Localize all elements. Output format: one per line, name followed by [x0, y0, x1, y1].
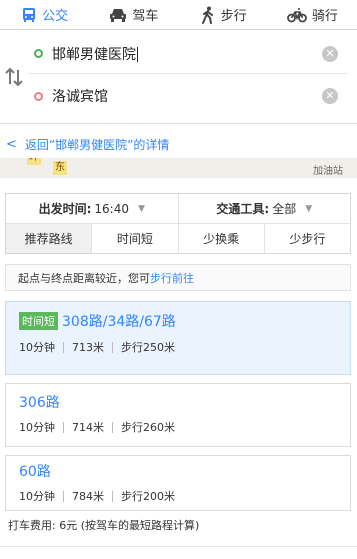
route-input-panel: 邯郸男健医院 ✕ 洛诚宾馆 ✕	[0, 30, 357, 124]
walk-icon	[201, 6, 213, 24]
divider	[0, 546, 357, 547]
map-road-tag: 环	[27, 158, 41, 165]
swap-icon[interactable]	[4, 66, 24, 88]
transport-label: 交通工具:	[216, 202, 270, 216]
route-filter-panel: 出发时间: 16:40 ▼ 交通工具: 全部 ▼ 推荐路线 时间短 少换乘 少步…	[5, 193, 351, 254]
tab-walk-label: 步行	[220, 9, 247, 24]
separator	[112, 421, 113, 433]
end-point-icon	[34, 91, 43, 101]
separator	[63, 421, 64, 433]
map-background: 环 东 加油站	[0, 158, 357, 178]
chevron-down-icon: ▼	[305, 203, 313, 214]
route-card[interactable]: 60路 10分钟 784米 步行200米	[5, 455, 351, 511]
tab-recommended[interactable]: 推荐路线	[6, 224, 92, 253]
text-caret	[137, 47, 138, 62]
start-input-value: 邯郸男健医院	[52, 46, 136, 63]
depart-time-select[interactable]: 出发时间: 16:40 ▼	[6, 194, 178, 223]
separator	[112, 490, 113, 502]
start-field[interactable]: 邯郸男健医院 ✕	[28, 34, 348, 74]
bus-icon	[23, 7, 36, 22]
distance-note: 起点与终点距离较近，您可 步行前往	[5, 264, 351, 291]
route-time: 10分钟	[19, 341, 55, 354]
back-link-label: 返回“邯郸男健医院”的详情	[24, 137, 170, 152]
route-name: 306路	[19, 395, 60, 411]
tab-bus-label: 公交	[42, 9, 69, 24]
route-distance: 713米	[72, 341, 104, 354]
depart-time-label: 出发时间:	[38, 202, 92, 216]
chevron-left-icon: <	[6, 136, 17, 152]
end-input-value: 洛诚宾馆	[52, 89, 108, 105]
route-name: 60路	[19, 464, 51, 480]
route-badge: 时间短	[19, 312, 58, 330]
start-point-icon	[34, 49, 43, 58]
back-to-details-link[interactable]: < 返回“邯郸男健医院”的详情	[0, 130, 357, 158]
travel-mode-tabs: 公交 驾车 步行 骑行	[0, 0, 357, 30]
depart-time-value: 16:40	[94, 201, 129, 216]
route-card[interactable]: 306路 10分钟 714米 步行260米	[5, 383, 351, 447]
map-divider	[0, 178, 357, 188]
tab-less-walking[interactable]: 少步行	[263, 224, 350, 253]
tab-bus[interactable]: 公交	[0, 0, 89, 29]
route-walk: 步行250米	[121, 341, 175, 354]
bike-icon	[286, 7, 307, 22]
route-name: 308路/34路/67路	[62, 314, 176, 330]
separator	[112, 341, 113, 353]
car-icon	[110, 8, 127, 22]
route-time: 10分钟	[19, 421, 55, 434]
separator	[63, 490, 64, 502]
tab-bike[interactable]: 骑行	[268, 0, 357, 29]
tab-car[interactable]: 驾车	[89, 0, 178, 29]
route-time: 10分钟	[19, 490, 55, 503]
clear-start-icon[interactable]: ✕	[322, 45, 338, 62]
chevron-down-icon: ▼	[137, 203, 145, 214]
route-walk: 步行260米	[121, 421, 175, 434]
tab-bike-label: 骑行	[311, 9, 338, 24]
route-distance: 784米	[72, 490, 104, 503]
map-poi-label: 加油站	[313, 166, 343, 177]
tab-fewer-transfers[interactable]: 少换乘	[177, 224, 264, 253]
route-card[interactable]: 时间短 308路/34路/67路 10分钟 713米 步行250米	[5, 301, 351, 375]
walk-there-link[interactable]: 步行前往	[150, 270, 194, 286]
transport-select[interactable]: 交通工具: 全部 ▼	[177, 194, 351, 223]
distance-note-text: 起点与终点距离较近，您可	[18, 271, 150, 285]
transport-value: 全部	[272, 202, 297, 216]
clear-end-icon[interactable]: ✕	[322, 88, 338, 104]
taxi-fare-note: 打车费用: 6元 (按驾车的最短路程计算)	[8, 519, 200, 532]
tab-walk[interactable]: 步行	[179, 0, 268, 29]
map-road-tag: 东	[53, 161, 67, 175]
tab-shortest-time[interactable]: 时间短	[91, 224, 177, 253]
end-field[interactable]: 洛诚宾馆 ✕	[28, 76, 348, 116]
separator	[63, 341, 64, 353]
tab-car-label: 驾车	[132, 9, 159, 24]
route-distance: 714米	[72, 421, 104, 434]
route-walk: 步行200米	[121, 490, 175, 503]
